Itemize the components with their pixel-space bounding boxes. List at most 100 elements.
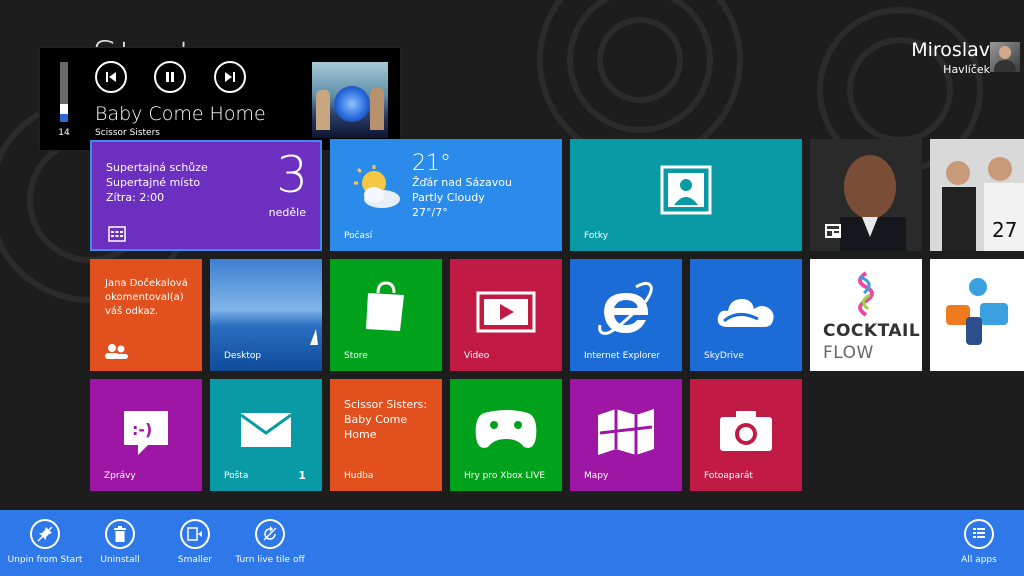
weather-temperature: 21° [412,151,451,176]
tile-messaging[interactable]: :-) Zprávy [90,379,202,491]
tile-photos[interactable]: Fotky [570,139,802,251]
people-notification-name: Jana Dočekalová [105,278,188,289]
people-icon [105,344,128,359]
xbox-controller-icon [475,410,537,448]
tile-store[interactable]: Store [330,259,442,371]
tile-label: Internet Explorer [584,351,661,361]
weather-condition: Partly Cloudy [412,191,485,204]
tile-people[interactable]: Jana Dočekalová okomentoval(a) váš odkaz… [90,259,202,371]
calendar-day-number: 3 [276,146,308,204]
maps-icon [598,409,654,455]
tile-label: Pošta [224,471,249,481]
smaller-button[interactable]: Smaller [156,519,234,565]
tile-label: Video [464,351,490,361]
resize-smaller-icon [187,527,202,541]
tile-skydrive[interactable]: SkyDrive [690,259,802,371]
svg-text:27: 27 [992,218,1017,242]
music-now-playing-line3: Home [344,428,377,441]
calendar-event-time: Zítra: 2:00 [106,191,165,204]
song-title: Baby Come Home [95,103,266,125]
trash-icon [114,526,126,542]
partly-cloudy-icon [354,165,400,208]
tile-label: Fotky [584,231,609,241]
calendar-event-title: Supertajná schůze [106,161,208,174]
tile-music[interactable]: Scissor Sisters: Baby Come Home Hudba [330,379,442,491]
tile-app-colorful[interactable] [930,259,1024,371]
all-apps-button[interactable]: All apps [940,519,1018,565]
tile-label: Store [344,351,368,361]
tile-maps[interactable]: Mapy [570,379,682,491]
next-track-button[interactable] [214,61,246,93]
cocktail-flow-logo-icon [858,271,874,317]
messaging-icon: :-) [124,411,168,455]
app-bar: Unpin from Start Uninstall Smaller Turn … [0,510,1024,576]
music-now-playing-line2: Baby Come [344,413,408,426]
weather-range: 27°/7° [412,206,448,219]
skydrive-cloud-icon [717,299,774,327]
cocktail-flow-subtitle: FLOW [823,343,874,363]
photos-icon [660,165,712,215]
next-icon [225,72,235,82]
calendar-day-name: neděle [268,206,306,219]
tile-label: Fotoaparát [704,471,753,481]
people-notification-object: váš odkaz. [105,306,159,317]
appbar-label: Smaller [177,555,213,565]
tile-desktop[interactable]: Desktop [210,259,322,371]
tile-mail[interactable]: Pošta 1 [210,379,322,491]
internet-explorer-icon [598,281,653,335]
app-logo-icon [946,278,1008,345]
appbar-label: Unpin from Start [7,555,83,565]
pause-icon [166,72,174,82]
camera-icon [720,411,772,451]
all-apps-icon [973,528,985,538]
tile-label: Desktop [224,351,262,361]
calendar-event-location: Supertajné místo [106,176,201,189]
volume-slider[interactable] [60,62,68,122]
appbar-label: Uninstall [100,555,140,565]
mail-unread-badge: 1 [298,469,306,482]
tile-news-photo[interactable] [810,139,922,251]
user-first-name: Miroslav [911,39,990,61]
user-last-name: Havlíček [943,63,990,76]
weather-city: Žďár nad Sázavou [412,176,512,189]
news-icon [825,224,841,238]
tile-cocktail-flow[interactable]: COCKTAIL FLOW [810,259,922,371]
pause-button[interactable] [154,61,186,93]
media-controls-overlay: 14 Baby Come Home Scissor Sisters [39,47,401,151]
cocktail-flow-title: COCKTAIL [823,321,921,341]
song-artist: Scissor Sisters [95,128,160,138]
unpin-icon [37,526,53,542]
calendar-icon [108,226,126,242]
tile-calendar[interactable]: Supertajná schůze Supertajné místo Zítra… [90,140,322,251]
turn-live-tile-off-button[interactable]: Turn live tile off [231,519,309,565]
uninstall-button[interactable]: Uninstall [81,519,159,565]
tile-camera[interactable]: Fotoaparát [690,379,802,491]
volume-value: 14 [58,128,70,138]
video-play-icon [476,291,536,333]
mail-envelope-icon [240,413,292,447]
tile-internet-explorer[interactable]: Internet Explorer [570,259,682,371]
live-tile-off-icon [263,526,277,541]
volume-thumb[interactable] [60,104,68,114]
tile-xbox-games[interactable]: Hry pro Xbox LIVE [450,379,562,491]
unpin-from-start-button[interactable]: Unpin from Start [6,519,84,565]
tile-sports-photo[interactable]: 27 [930,139,1024,251]
tile-weather[interactable]: 21° Žďár nad Sázavou Partly Cloudy 27°/7… [330,139,562,251]
volume-fill [60,113,68,122]
previous-icon [106,72,116,82]
store-bag-icon [366,281,404,331]
album-art[interactable] [312,62,388,138]
tile-video[interactable]: Video [450,259,562,371]
tile-label: SkyDrive [704,351,744,361]
tile-label: Mapy [584,471,609,481]
user-account[interactable]: Miroslav Havlíček [911,40,990,76]
avatar[interactable] [990,42,1020,72]
svg-text::-): :-) [132,420,152,439]
sports-photo-image: 27 [930,139,1024,251]
previous-track-button[interactable] [95,61,127,93]
appbar-label: Turn live tile off [235,555,305,565]
music-now-playing-line1: Scissor Sisters: [344,398,428,411]
tile-label: Hudba [344,471,374,481]
people-notification-action: okomentoval(a) [105,292,184,303]
tile-label: Zprávy [104,471,136,481]
